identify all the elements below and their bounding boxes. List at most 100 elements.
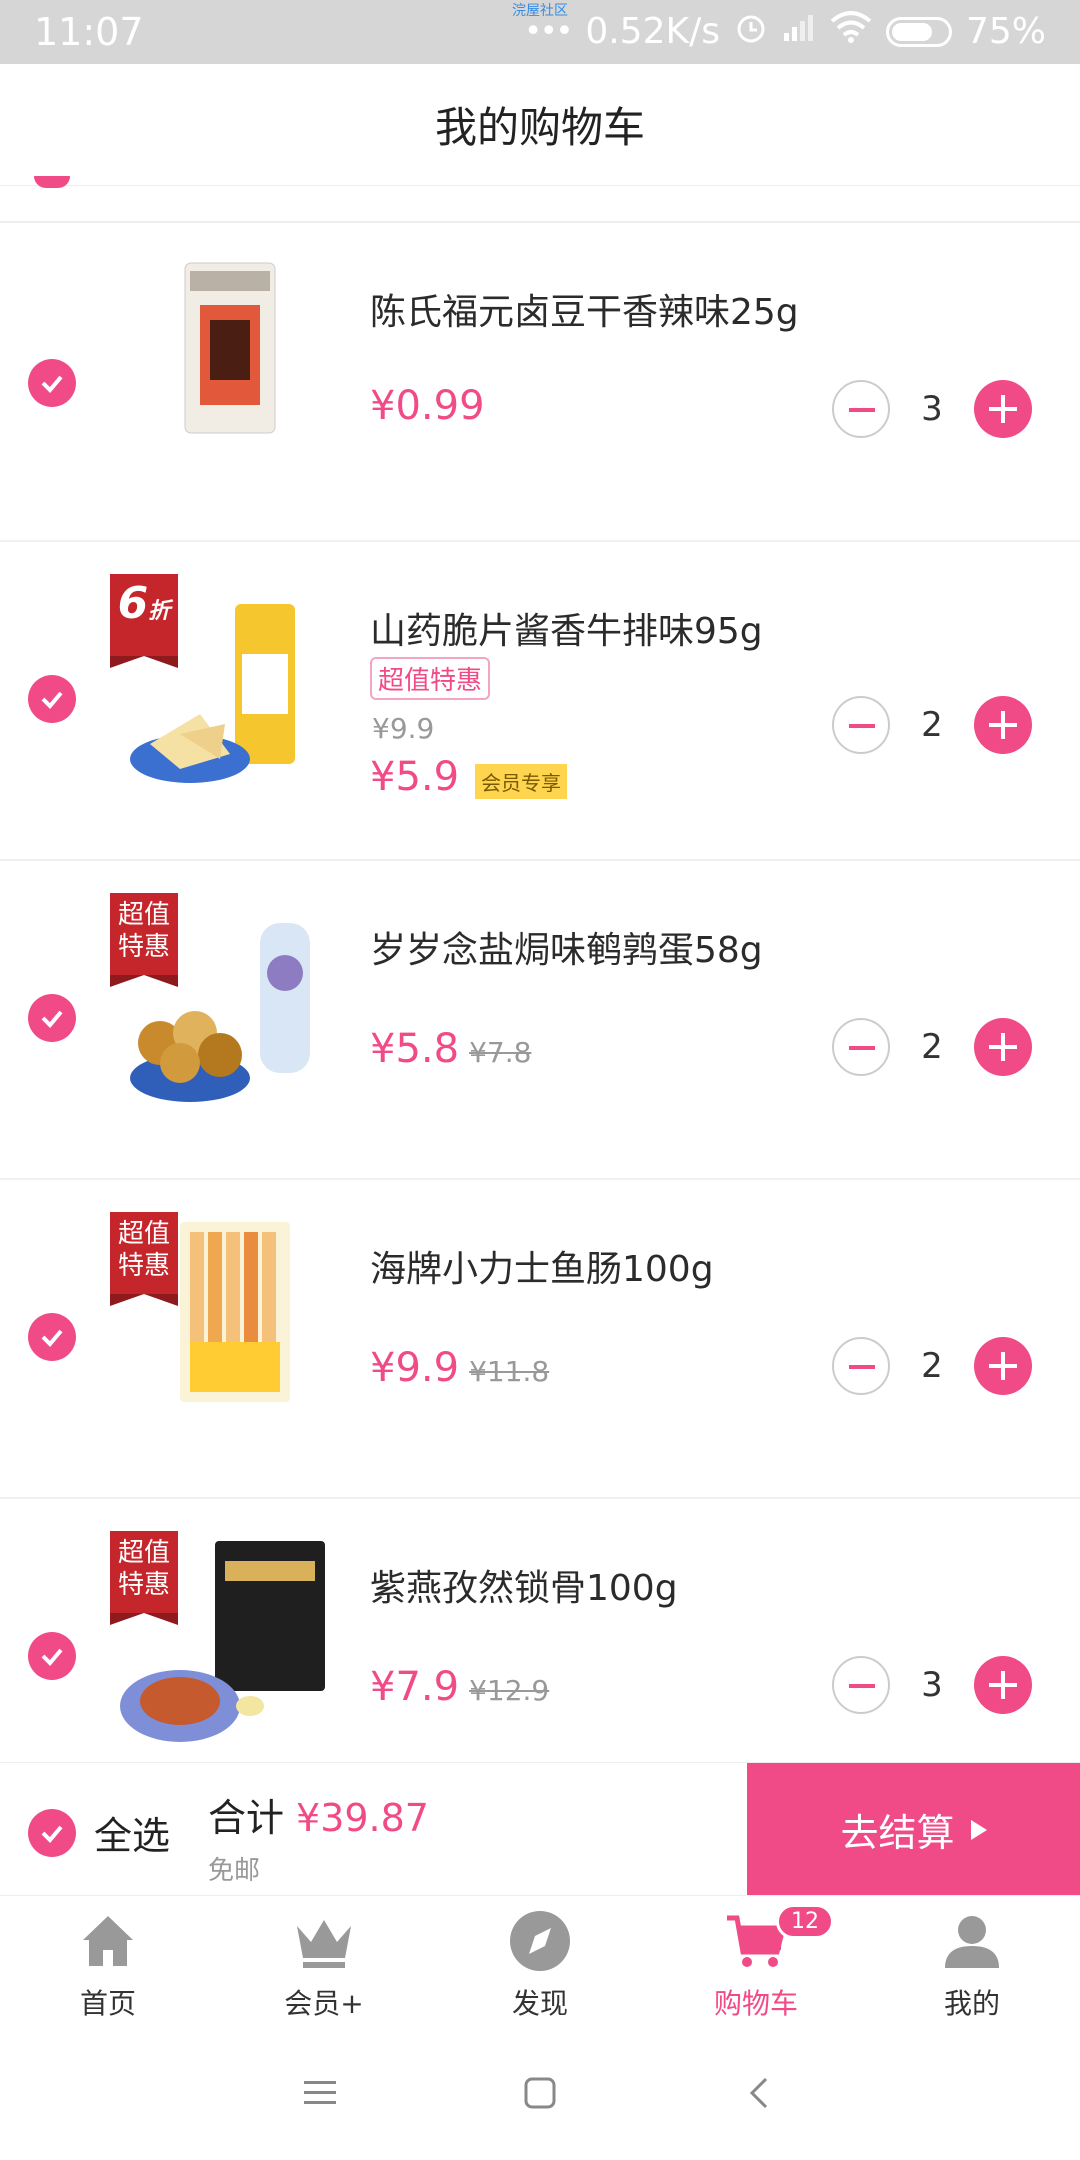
cart-item: 陈氏福元卤豆干香辣味25g ¥0.99 3 (0, 223, 1080, 542)
product-name[interactable]: 紫燕孜然锁骨100g (370, 1559, 678, 1611)
more-dots-icon: ••• (524, 14, 573, 49)
quantity-stepper: 3 (832, 1656, 1032, 1714)
product-price: ¥9.9 (370, 1345, 460, 1391)
cart-list: 陈氏福元卤豆干香辣味25g ¥0.99 3 6折 山药脆片酱香牛排味95g 超值… (0, 223, 1080, 1769)
tag-sub: 折 (148, 599, 171, 624)
total-label: 合计 (208, 1796, 285, 1840)
tab-profile[interactable]: 我的 (864, 1896, 1080, 2030)
checkout-bar: 全选 合计 ¥39.87 免邮 去结算 (0, 1762, 1080, 1896)
increase-button[interactable] (974, 1018, 1032, 1076)
product-price: ¥5.8 (370, 1026, 460, 1072)
price-row: ¥0.99 (370, 383, 485, 429)
total-summary: 合计 ¥39.87 免邮 (208, 1787, 429, 1887)
select-all[interactable]: 全选 (28, 1805, 170, 1860)
original-price: ¥7.8 (469, 1036, 532, 1069)
tag-main: 6 (117, 578, 149, 629)
item-checkbox[interactable] (28, 994, 76, 1042)
price-row: ¥7.9 ¥12.9 (370, 1664, 549, 1710)
network-speed: 0.52K/s (585, 11, 720, 52)
product-name[interactable]: 岁岁念盐焗味鹌鹑蛋58g (370, 921, 763, 973)
tab-label: 我的 (943, 1987, 1000, 2020)
check-icon (41, 1648, 63, 1666)
back-button[interactable] (740, 2073, 780, 2117)
product-name[interactable]: 海牌小力士鱼肠100g (370, 1240, 714, 1292)
cart-item: 6折 山药脆片酱香牛排味95g 超值特惠 ¥9.9 ¥5.9 会员专享 2 (0, 542, 1080, 861)
increase-button[interactable] (974, 380, 1032, 438)
cart-badge: 12 (776, 1904, 834, 1939)
promo-tag: 超值特惠 (110, 1531, 178, 1625)
decrease-button[interactable] (832, 1337, 890, 1395)
user-icon (945, 1916, 999, 1968)
check-icon (41, 1329, 63, 1347)
decrease-button[interactable] (832, 696, 890, 754)
select-all-checkbox[interactable] (28, 1808, 76, 1857)
battery-percent: 75% (965, 11, 1046, 52)
play-icon (970, 1819, 987, 1840)
total-value: ¥39.87 (296, 1796, 429, 1840)
tab-label: 发现 (511, 1987, 568, 2020)
bottom-tab-bar: 首页 会员+ 发现 购物车 12 我的 (0, 1895, 1080, 2030)
increase-button[interactable] (974, 1656, 1032, 1714)
increase-button[interactable] (974, 696, 1032, 754)
system-nav-bar (0, 2030, 1080, 2160)
tab-discover[interactable]: 发现 (432, 1896, 648, 2030)
checkout-label: 去结算 (840, 1811, 955, 1855)
status-bar: 11:07 浣屋社区 ••• 0.52K/s 75% (0, 0, 1080, 64)
item-checkbox[interactable] (28, 1313, 76, 1361)
increase-button[interactable] (974, 1337, 1032, 1395)
cart-item: 超值特惠 岁岁念盐焗味鹌鹑蛋58g ¥5.8 ¥7.8 2 (0, 861, 1080, 1180)
check-icon (41, 691, 63, 709)
product-price: ¥7.9 (370, 1664, 460, 1710)
wifi-icon (830, 11, 872, 52)
partial-item-check[interactable] (34, 176, 70, 188)
status-right: ••• 0.52K/s 75% (524, 10, 1046, 53)
page-header: 我的购物车 (0, 64, 1080, 186)
cart-item: 超值特惠 海牌小力士鱼肠100g ¥9.9 ¥11.8 2 (0, 1180, 1080, 1499)
battery-fill (891, 22, 933, 41)
quantity-value[interactable]: 3 (890, 389, 974, 429)
quantity-value[interactable]: 3 (890, 1665, 974, 1705)
product-image[interactable] (110, 245, 330, 475)
home-nav-button[interactable] (520, 2073, 560, 2117)
quantity-stepper: 2 (832, 696, 1032, 754)
check-icon (41, 375, 63, 393)
cart-item: 超值特惠 紫燕孜然锁骨100g ¥7.9 ¥12.9 3 (0, 1499, 1080, 1769)
alarm-icon (734, 10, 768, 53)
tab-cart[interactable]: 购物车 12 (648, 1896, 864, 2030)
tab-label: 购物车 (713, 1987, 798, 2020)
decrease-button[interactable] (832, 1018, 890, 1076)
select-all-label: 全选 (94, 1814, 171, 1858)
total-line: 合计 ¥39.87 (208, 1787, 429, 1842)
promo-tag: 超值特惠 (110, 893, 178, 987)
product-name[interactable]: 陈氏福元卤豆干香辣味25g (370, 283, 799, 335)
item-checkbox[interactable] (28, 359, 76, 407)
item-checkbox[interactable] (28, 1632, 76, 1680)
original-price: ¥12.9 (469, 1674, 550, 1707)
member-badge: 会员专享 (475, 764, 568, 799)
product-name[interactable]: 山药脆片酱香牛排味95g (370, 602, 763, 654)
page-title: 我的购物车 (434, 103, 645, 152)
item-checkbox[interactable] (28, 675, 76, 723)
product-price: ¥5.9 (370, 754, 460, 800)
discount-tag: 6折 (110, 574, 178, 668)
home-icon (83, 1916, 133, 1966)
shipping-note: 免邮 (208, 1856, 261, 1886)
quantity-value[interactable]: 2 (890, 705, 974, 745)
decrease-button[interactable] (832, 1656, 890, 1714)
battery-icon (885, 16, 952, 47)
crown-icon (297, 1920, 351, 1968)
check-icon (41, 1010, 63, 1028)
price-row: ¥9.9 ¥11.8 (370, 1345, 549, 1391)
menu-icon (304, 2081, 336, 2104)
tab-member[interactable]: 会员+ (216, 1896, 432, 2030)
decrease-button[interactable] (832, 380, 890, 438)
quantity-value[interactable]: 2 (890, 1027, 974, 1067)
checkout-button[interactable]: 去结算 (747, 1763, 1080, 1896)
tab-label: 会员+ (284, 1987, 364, 2020)
quantity-value[interactable]: 2 (890, 1346, 974, 1386)
menu-button[interactable] (300, 2073, 340, 2117)
square-icon (524, 2077, 556, 2109)
original-price: ¥9.9 (372, 712, 435, 745)
status-time: 11:07 (34, 10, 144, 54)
tab-home[interactable]: 首页 (0, 1896, 216, 2030)
